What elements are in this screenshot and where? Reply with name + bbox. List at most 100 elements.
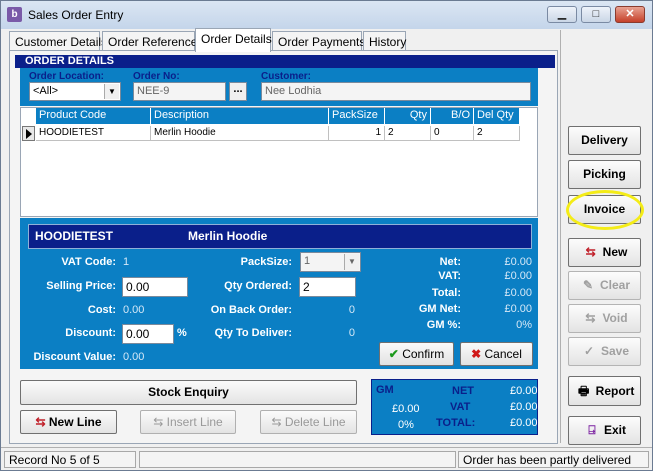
new-label: New [602,245,628,259]
order-location-value: <All> [33,85,59,97]
order-lines-grid[interactable]: Product Code Description PackSize Qty B/… [20,107,538,217]
totals-gm-value: £0.00 [392,403,420,415]
tab-history[interactable]: History [363,31,406,51]
packsize-label: PackSize: [240,256,292,268]
vat-code-value: 1 [123,256,130,268]
delivery-button[interactable]: Delivery [568,126,641,155]
eraser-icon: ✎ [582,278,594,292]
status-bar: Record No 5 of 5 Order has been partly d… [1,447,652,470]
qty-ordered-label: Qty Ordered: [224,280,292,292]
totals-vat-label: VAT [450,401,471,413]
customer-label: Customer: [261,71,312,82]
qty-to-deliver-value: 0 [348,327,355,339]
status-message: Order has been partly delivered [458,451,649,468]
void-icon: ⇆ [585,311,596,325]
clear-button[interactable]: ✎ Clear [568,271,641,300]
totals-net-label: NET [452,385,474,397]
void-label: Void [602,311,628,325]
totals-net-value: £0.00 [510,385,538,397]
tab-order-reference[interactable]: Order Reference [102,31,197,51]
void-button[interactable]: ⇆ Void [568,304,641,333]
confirm-button[interactable]: ✔ Confirm [379,342,454,366]
check-icon: ✓ [583,344,595,358]
on-back-order-value: 0 [348,304,355,316]
delete-line-label: Delete Line [284,415,346,429]
qty-to-deliver-label: Qty To Deliver: [214,327,292,339]
order-location-label: Order Location: [29,71,105,82]
item-code: HOODIETEST [35,229,114,243]
save-button[interactable]: ✓ Save [568,337,641,366]
order-details-bar: Order Location: <All> ▼ Order No: NEE-9 … [20,68,538,106]
cell-qty[interactable]: 2 [385,126,431,141]
clear-label: Clear [599,278,631,292]
customer-field[interactable]: Nee Lodhia [261,82,531,101]
insert-line-label: Insert Line [166,415,223,429]
window-title: Sales Order Entry [28,8,124,22]
gm-net-label: GM Net: [418,303,461,315]
cancel-button[interactable]: ✖ Cancel [460,342,533,366]
totals-gm-label: GM [376,384,394,396]
side-divider [560,30,561,443]
new-button[interactable]: ⇆ New [568,238,641,267]
col-product-code[interactable]: Product Code [36,108,151,124]
cell-bo[interactable]: 0 [431,126,474,141]
chevron-down-icon: ▼ [344,254,359,270]
discount-percent-unit: % [177,327,187,339]
totals-vat-value: £0.00 [510,401,538,413]
sales-order-window: b Sales Order Entry ▁ □ ✕ Customer Detai… [0,0,653,471]
save-label: Save [600,344,630,358]
tab-customer-details[interactable]: Customer Details [9,31,107,51]
printer-icon: 🖶 [577,384,590,398]
picking-button[interactable]: Picking [568,160,641,189]
order-lookup-button[interactable]: ... [229,82,247,101]
close-button[interactable]: ✕ [615,6,645,23]
col-qty[interactable]: Qty [385,108,431,124]
tab-order-details[interactable]: Order Details [195,28,272,52]
cell-product-code[interactable]: HOODIETEST [36,126,151,141]
discount-input[interactable]: 0.00 [122,324,174,344]
report-label: Report [595,384,635,398]
minimize-button[interactable]: ▁ [547,6,577,23]
maximize-button[interactable]: □ [581,6,611,23]
invoice-highlight-circle [566,190,644,230]
packsize-select[interactable]: 1 ▼ [300,252,361,272]
on-back-order-label: On Back Order: [210,304,292,316]
col-del-qty[interactable]: Del Qty [474,108,520,124]
new-line-button[interactable]: ⇆ New Line [20,410,117,434]
grid-header: Product Code Description PackSize Qty B/… [21,108,537,124]
col-packsize[interactable]: PackSize [329,108,385,124]
cell-del-qty[interactable]: 2 [474,126,520,141]
cell-description[interactable]: Merlin Hoodie [151,126,329,141]
cross-icon: ✖ [471,347,482,361]
order-details-header: ORDER DETAILS [15,55,555,68]
qty-ordered-input[interactable]: 2 [299,277,356,297]
check-icon: ✔ [388,347,399,361]
gm-percent-label: GM %: [426,319,461,331]
vat-code-label: VAT Code: [61,256,116,268]
col-bo[interactable]: B/O [431,108,474,124]
status-record: Record No 5 of 5 [4,451,136,468]
discount-label: Discount: [65,327,116,339]
new-record-icon: ⇆ [585,245,596,259]
tab-order-payments[interactable]: Order Payments [272,31,365,51]
status-spacer [139,451,456,468]
discount-value-label: Discount Value: [33,351,116,363]
confirm-label: Confirm [402,347,445,361]
cost-label: Cost: [87,304,116,316]
new-line-label: New Line [48,415,102,429]
delete-line-icon: ⇆ [271,415,282,429]
cell-packsize[interactable]: 1 [329,126,385,141]
total-value: £0.00 [504,287,532,299]
order-no-field[interactable]: NEE-9 [133,82,226,101]
exit-button[interactable]: ⍈ Exit [568,416,641,445]
stock-enquiry-button[interactable]: Stock Enquiry [20,380,357,405]
add-line-icon: ⇆ [35,415,46,429]
exit-door-icon: ⍈ [588,423,596,437]
col-description[interactable]: Description [151,108,329,124]
report-button[interactable]: 🖶 Report [568,376,641,406]
delete-line-button[interactable]: ⇆ Delete Line [260,410,357,434]
order-location-select[interactable]: <All> ▼ [29,82,121,101]
insert-line-button[interactable]: ⇆ Insert Line [140,410,236,434]
selling-price-input[interactable]: 0.00 [122,277,188,297]
gm-net-value: £0.00 [504,303,532,315]
